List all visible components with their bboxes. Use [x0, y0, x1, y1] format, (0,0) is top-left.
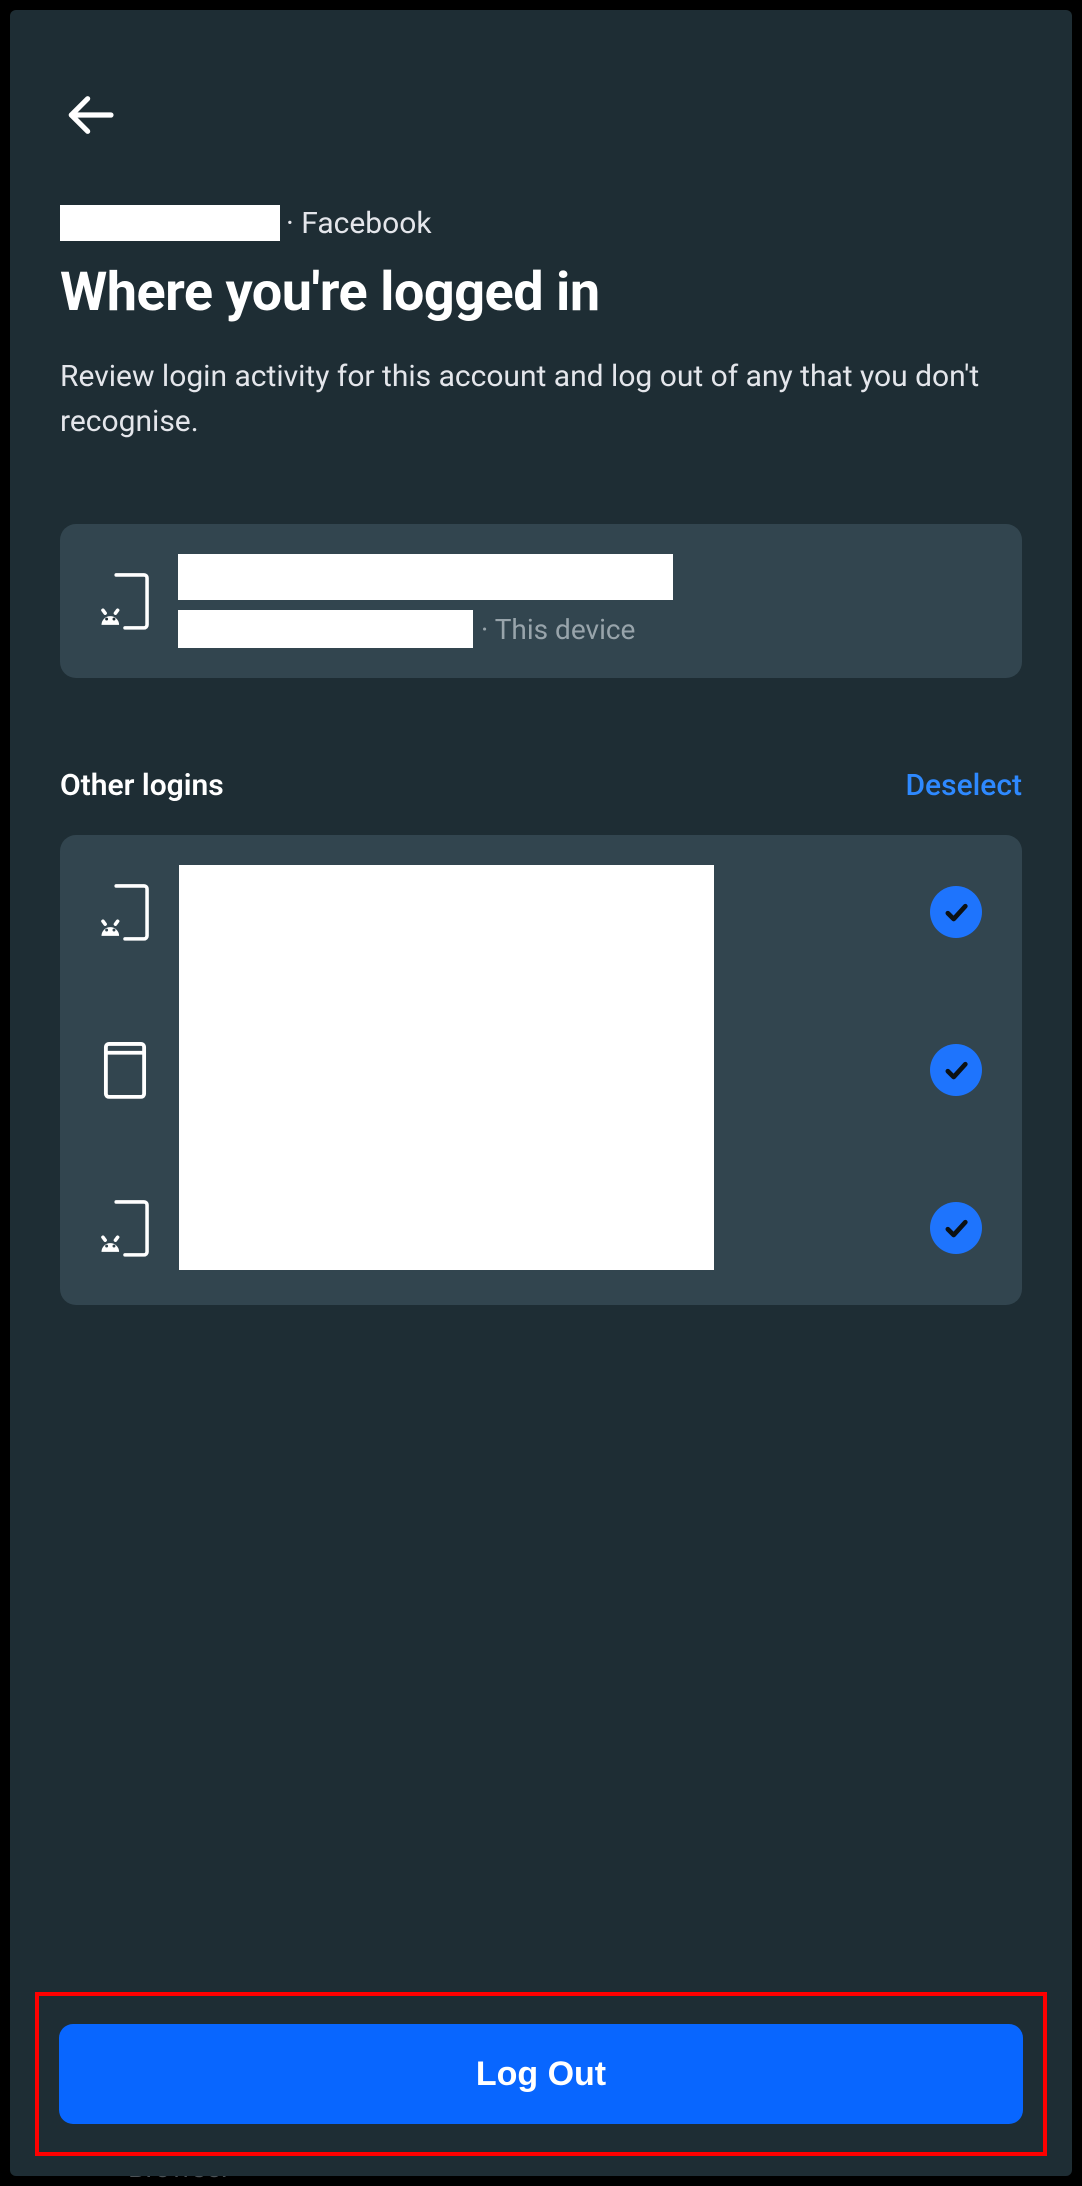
- check-icon: [942, 898, 970, 926]
- current-device-location-redacted: [178, 610, 473, 648]
- login-select-checkbox[interactable]: [930, 1202, 982, 1254]
- check-icon: [942, 1056, 970, 1084]
- current-device-card[interactable]: · This device: [60, 524, 1022, 678]
- android-device-icon: [100, 883, 150, 941]
- other-logins-title: Other logins: [60, 768, 224, 803]
- check-icon: [942, 1214, 970, 1242]
- breadcrumb: · Facebook: [60, 205, 1022, 241]
- login-select-checkbox[interactable]: [930, 1044, 982, 1096]
- breadcrumb-platform: · Facebook: [286, 206, 432, 241]
- page-description: Review login activity for this account a…: [60, 354, 1022, 444]
- login-select-checkbox[interactable]: [930, 886, 982, 938]
- logout-button[interactable]: Log Out: [59, 2024, 1023, 2124]
- breadcrumb-account-redacted: [60, 205, 280, 241]
- other-logins-details-redacted: [179, 865, 714, 1270]
- android-device-icon: [100, 572, 150, 630]
- current-device-name-redacted: [178, 554, 673, 600]
- current-device-label: · This device: [481, 613, 635, 646]
- tablet-device-icon: [100, 1041, 150, 1099]
- android-device-icon: [100, 1199, 150, 1257]
- arrow-left-icon: [62, 87, 118, 143]
- other-logins-card: [60, 835, 1022, 1305]
- back-button[interactable]: [60, 85, 120, 145]
- deselect-button[interactable]: Deselect: [905, 768, 1022, 803]
- footer-highlight: Log Out: [35, 1992, 1047, 2156]
- page-title: Where you're logged in: [60, 261, 1022, 324]
